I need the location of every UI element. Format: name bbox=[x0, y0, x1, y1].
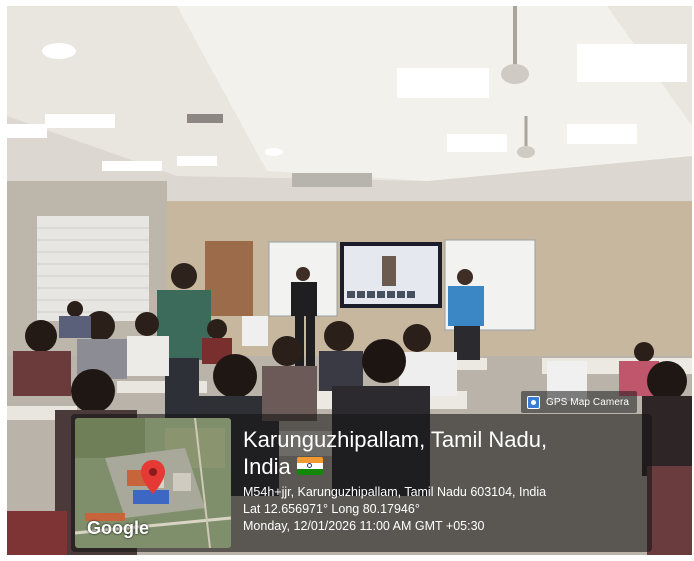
classroom-photo bbox=[7, 6, 692, 555]
photo-frame: GPS Map Camera Google Karunguzhipallam, … bbox=[7, 6, 692, 555]
